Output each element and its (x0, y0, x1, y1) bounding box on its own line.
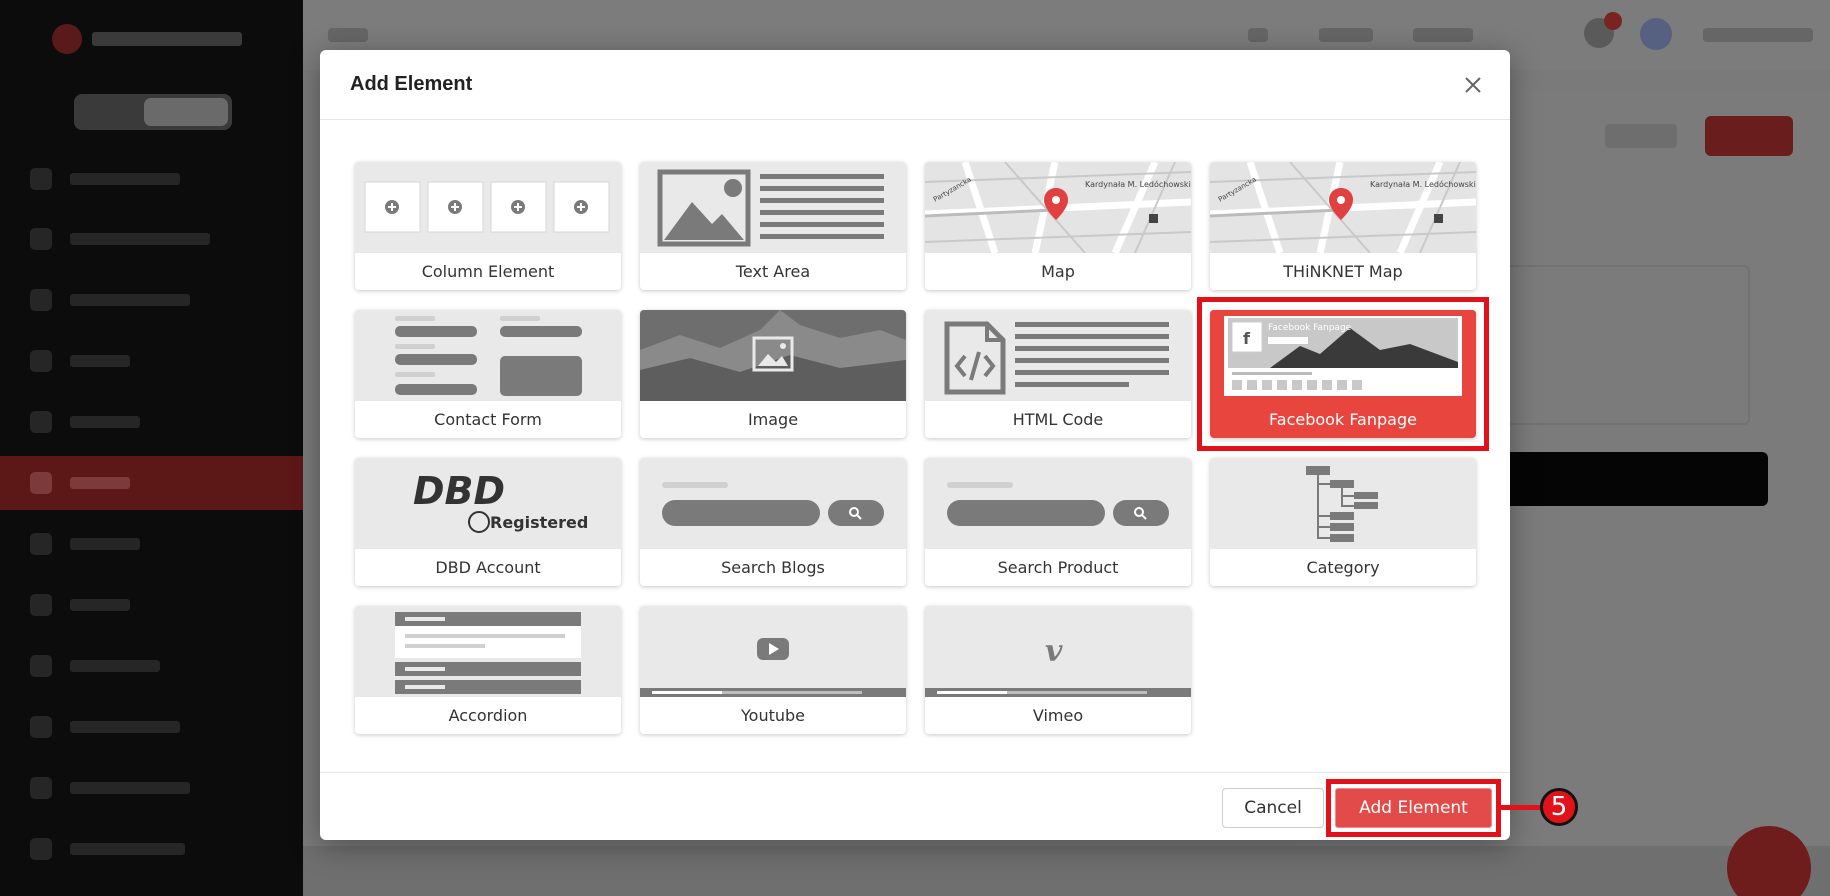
facebook-fanpage-icon: f Facebook Fanpage (1210, 310, 1476, 401)
sidebar (0, 0, 303, 896)
vimeo-icon: v (925, 606, 1191, 697)
element-label: Accordion (448, 706, 528, 725)
dbd-logo-text: DBD (413, 469, 505, 513)
element-label: Map (1041, 262, 1075, 281)
top-bar-link[interactable] (1319, 28, 1373, 42)
background-footer (303, 846, 1830, 896)
youtube-icon (640, 606, 906, 697)
map-icon: Kardynała M. Ledóchowskiego Partyzancka (925, 162, 1191, 253)
mail-icon[interactable] (1248, 28, 1268, 42)
background-panel (1500, 265, 1750, 425)
text-area-icon (640, 162, 906, 253)
sidebar-item[interactable] (0, 152, 303, 206)
facebook-thumb-title: Facebook Fanpage (1268, 323, 1352, 333)
element-label: Search Blogs (721, 558, 825, 577)
sidebar-item[interactable] (0, 700, 303, 754)
search-product-icon (925, 458, 1191, 549)
element-label: THiNKNET Map (1283, 262, 1403, 281)
sidebar-item-active[interactable] (0, 456, 303, 510)
modal-header: Add Element (320, 50, 1510, 120)
contact-form-icon (355, 310, 621, 401)
element-card-vimeo[interactable]: v Vimeo (925, 606, 1191, 734)
sidebar-item[interactable] (0, 395, 303, 449)
callout-connector (1500, 805, 1544, 810)
user-name (1703, 28, 1813, 42)
element-label: Column Element (421, 262, 555, 281)
element-card-youtube[interactable]: Youtube (640, 606, 906, 734)
element-card-html-code[interactable]: HTML Code (925, 310, 1191, 438)
thinknet-map-icon: Kardynała M. Ledóchowskiego Partyzancka (1210, 162, 1476, 253)
background-save-button[interactable] (1705, 116, 1793, 156)
search-blogs-icon (640, 458, 906, 549)
sidebar-item[interactable] (0, 761, 303, 815)
element-label: Search Product (997, 558, 1119, 577)
element-card-search-product[interactable]: Search Product (925, 458, 1191, 586)
element-card-column-element[interactable]: Column Element (355, 162, 621, 290)
background-bar (1500, 452, 1768, 506)
cancel-button[interactable]: Cancel (1222, 788, 1324, 828)
sidebar-item[interactable] (0, 822, 303, 876)
add-element-highlight: Add Element (1326, 779, 1501, 837)
element-label: Image (747, 410, 799, 429)
top-bar-link[interactable] (1413, 28, 1473, 42)
element-card-image[interactable]: Image (640, 310, 906, 438)
map-street-label: Kardynała M. Ledóchowskiego (1370, 179, 1476, 189)
element-label: Facebook Fanpage (1269, 410, 1417, 429)
sidebar-item[interactable] (0, 639, 303, 693)
sidebar-item[interactable] (0, 517, 303, 571)
menu-icon[interactable] (328, 28, 368, 42)
category-icon (1210, 458, 1476, 549)
accordion-icon (355, 606, 621, 697)
avatar[interactable] (1640, 18, 1672, 50)
sidebar-item[interactable] (0, 334, 303, 388)
element-label: Text Area (735, 262, 811, 281)
element-label: DBD Account (435, 558, 541, 577)
element-label: Youtube (741, 706, 805, 725)
image-icon (640, 310, 906, 401)
dbd-account-icon: DBD Registered (355, 458, 621, 549)
add-element-button[interactable]: Add Element (1335, 788, 1492, 828)
element-label: HTML Code (1012, 410, 1104, 429)
close-icon[interactable] (1460, 72, 1486, 98)
modal-footer: Cancel Add Element (320, 772, 1510, 840)
element-card-text-area[interactable]: Text Area (640, 162, 906, 290)
element-label: Contact Form (434, 410, 542, 429)
element-label: Vimeo (1032, 706, 1084, 725)
element-card-category[interactable]: Category (1210, 458, 1476, 586)
sidebar-item[interactable] (0, 273, 303, 327)
dbd-logo-sub: Registered (490, 513, 588, 532)
column-element-icon (355, 162, 621, 253)
svg-text:f: f (1243, 329, 1251, 348)
sidebar-logo (52, 20, 252, 58)
element-card-search-blogs[interactable]: Search Blogs (640, 458, 906, 586)
sidebar-item[interactable] (0, 578, 303, 632)
element-card-map[interactable]: Kardynała M. Ledóchowskiego Partyzancka … (925, 162, 1191, 290)
step-callout-badge: 5 (1540, 788, 1578, 826)
map-street-label: Kardynała M. Ledóchowskiego (1085, 179, 1191, 189)
element-card-facebook-fanpage[interactable]: f Facebook Fanpage Facebook Fanpage (1210, 310, 1476, 438)
background-button[interactable] (1605, 124, 1677, 148)
element-card-thinknet-map[interactable]: Kardynała M. Ledóchowskiego Partyzancka … (1210, 162, 1476, 290)
notification-bell-icon[interactable] (1584, 12, 1622, 48)
element-label: Category (1306, 558, 1380, 577)
modal-title: Add Element (350, 73, 473, 95)
add-element-modal: Add Element Column Element Text Area Kar… (320, 50, 1510, 840)
element-card-accordion[interactable]: Accordion (355, 606, 621, 734)
element-card-dbd-account[interactable]: DBD Registered DBD Account (355, 458, 621, 586)
vimeo-logo-text: v (1045, 634, 1063, 669)
sidebar-toggle[interactable] (74, 94, 232, 130)
html-code-icon (925, 310, 1191, 401)
sidebar-item[interactable] (0, 212, 303, 266)
element-card-contact-form[interactable]: Contact Form (355, 310, 621, 438)
